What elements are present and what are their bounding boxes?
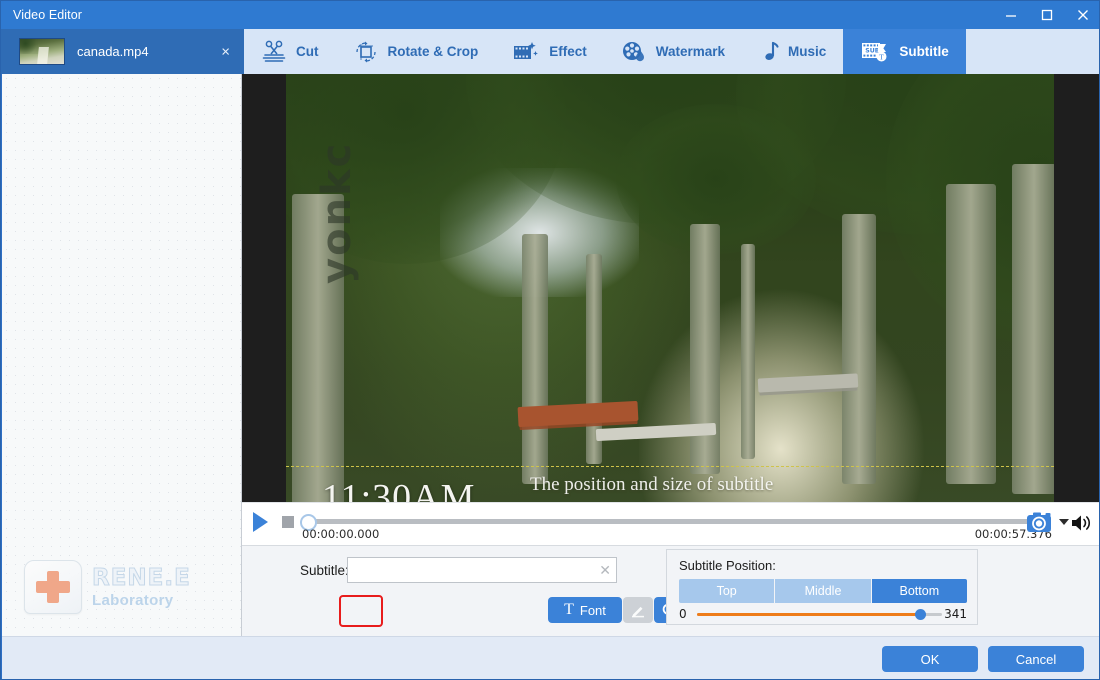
tab-music-label: Music	[788, 44, 827, 59]
tab-rotate-crop-label: Rotate & Crop	[387, 44, 479, 59]
tabstrip: canada.mp4 × Cut Rotate & Crop Effect Wa…	[1, 29, 1099, 74]
slider-min-label: 0	[679, 607, 687, 621]
subtitle-preview-text: The position and size of subtitle	[530, 474, 774, 495]
position-option-middle[interactable]: Middle	[775, 579, 872, 603]
close-button[interactable]	[1065, 1, 1099, 29]
speaker-icon[interactable]	[1070, 512, 1094, 539]
position-slider-fill	[697, 613, 921, 616]
tab-subtitle[interactable]: SUB T Subtitle	[843, 29, 966, 74]
pencil-icon	[632, 606, 644, 618]
clear-x-icon[interactable]: ✕	[599, 561, 611, 579]
tab-cut[interactable]: Cut	[244, 29, 336, 74]
position-option-bottom[interactable]: Bottom	[871, 579, 967, 603]
maximize-button[interactable]	[1029, 1, 1065, 29]
left-file-panel: RENE.E Laboratory	[2, 74, 242, 636]
position-slider-row: 0 341	[679, 607, 967, 621]
file-thumbnail	[19, 38, 65, 65]
medical-cross-icon	[24, 560, 82, 614]
subtitle-input[interactable]	[348, 558, 596, 582]
cancel-button[interactable]: Cancel	[988, 646, 1084, 672]
position-slider-handle[interactable]	[915, 609, 926, 620]
subtitle-position-title: Subtitle Position:	[679, 558, 776, 573]
camera-icon[interactable]	[1026, 510, 1054, 534]
window-controls	[993, 1, 1099, 29]
tab-effect[interactable]: Effect	[495, 29, 604, 74]
watermark-title: RENE.E	[92, 564, 191, 591]
watermark-subtitle: Laboratory	[92, 591, 174, 609]
edit-subtitle-button	[623, 597, 653, 623]
tab-watermark[interactable]: Watermark	[604, 29, 742, 74]
slider-max-label: 341	[944, 607, 967, 621]
watermark-drop-icon	[621, 40, 647, 64]
tree-trunk	[690, 224, 720, 474]
video-frame: yonkc 11:30AM NIZZA GARDEN The position …	[286, 74, 1054, 502]
stop-icon[interactable]	[282, 516, 294, 528]
font-T-icon: T	[564, 601, 574, 618]
tab-watermark-label: Watermark	[655, 44, 726, 59]
ok-button[interactable]: OK	[882, 646, 978, 672]
font-button[interactable]: T Font	[548, 597, 622, 623]
position-option-top[interactable]: Top	[679, 579, 776, 603]
tab-rotate-crop[interactable]: Rotate & Crop	[336, 29, 496, 74]
video-editor-window: Video Editor canada.mp4 × Cut Rotate & C…	[0, 0, 1100, 680]
music-note-icon	[759, 40, 779, 64]
window-title: Video Editor	[13, 8, 83, 22]
subtitle-overlay-box[interactable]: The position and size of subtitle	[286, 466, 1054, 502]
play-icon[interactable]	[253, 512, 268, 532]
rene-e-watermark-logo: RENE.E Laboratory	[24, 560, 191, 614]
tree-trunk	[946, 184, 996, 484]
timeline-track[interactable]	[305, 519, 1032, 524]
tab-effect-label: Effect	[549, 44, 587, 59]
tab-cut-label: Cut	[296, 44, 319, 59]
subtitle-position-panel: Subtitle Position: Top Middle Bottom 0 3…	[666, 549, 978, 625]
subtitle-icon: SUB T	[860, 39, 890, 65]
editor-toolbar: Cut Rotate & Crop Effect Watermark Music…	[244, 29, 1099, 74]
dialog-footer: OK Cancel	[2, 636, 1099, 679]
current-time-label: 00:00:00.000	[302, 527, 380, 541]
file-tab-label: canada.mp4	[77, 44, 149, 59]
tree-trunk	[522, 234, 548, 484]
tree-trunk	[741, 244, 755, 459]
add-button-highlight	[339, 595, 383, 627]
tab-subtitle-label: Subtitle	[899, 44, 949, 59]
effect-film-icon	[512, 40, 540, 64]
file-close-icon[interactable]: ×	[221, 44, 230, 59]
tab-music[interactable]: Music	[742, 29, 843, 74]
file-tab-canada[interactable]: canada.mp4 ×	[1, 29, 244, 74]
graffiti-text: yonkc	[314, 141, 360, 284]
window-titlebar: Video Editor	[1, 1, 1099, 29]
playback-transport-bar: 00:00:00.000 00:00:57.376	[242, 502, 1099, 546]
minimize-button[interactable]	[993, 1, 1029, 29]
svg-text:T: T	[879, 52, 884, 61]
tree-trunk	[842, 214, 876, 484]
position-segmented-control: Top Middle Bottom	[679, 579, 967, 603]
rotate-crop-icon	[353, 40, 379, 64]
font-button-label: Font	[579, 602, 606, 618]
tree-trunk	[1012, 164, 1054, 494]
subtitle-field-label: Subtitle:	[300, 563, 349, 578]
subtitle-input-wrap[interactable]: ✕	[347, 557, 617, 583]
video-preview-area[interactable]: yonkc 11:30AM NIZZA GARDEN The position …	[242, 74, 1099, 502]
chevron-down-icon[interactable]	[1059, 519, 1069, 525]
position-slider-track[interactable]	[697, 609, 942, 620]
scissors-icon	[261, 40, 287, 64]
